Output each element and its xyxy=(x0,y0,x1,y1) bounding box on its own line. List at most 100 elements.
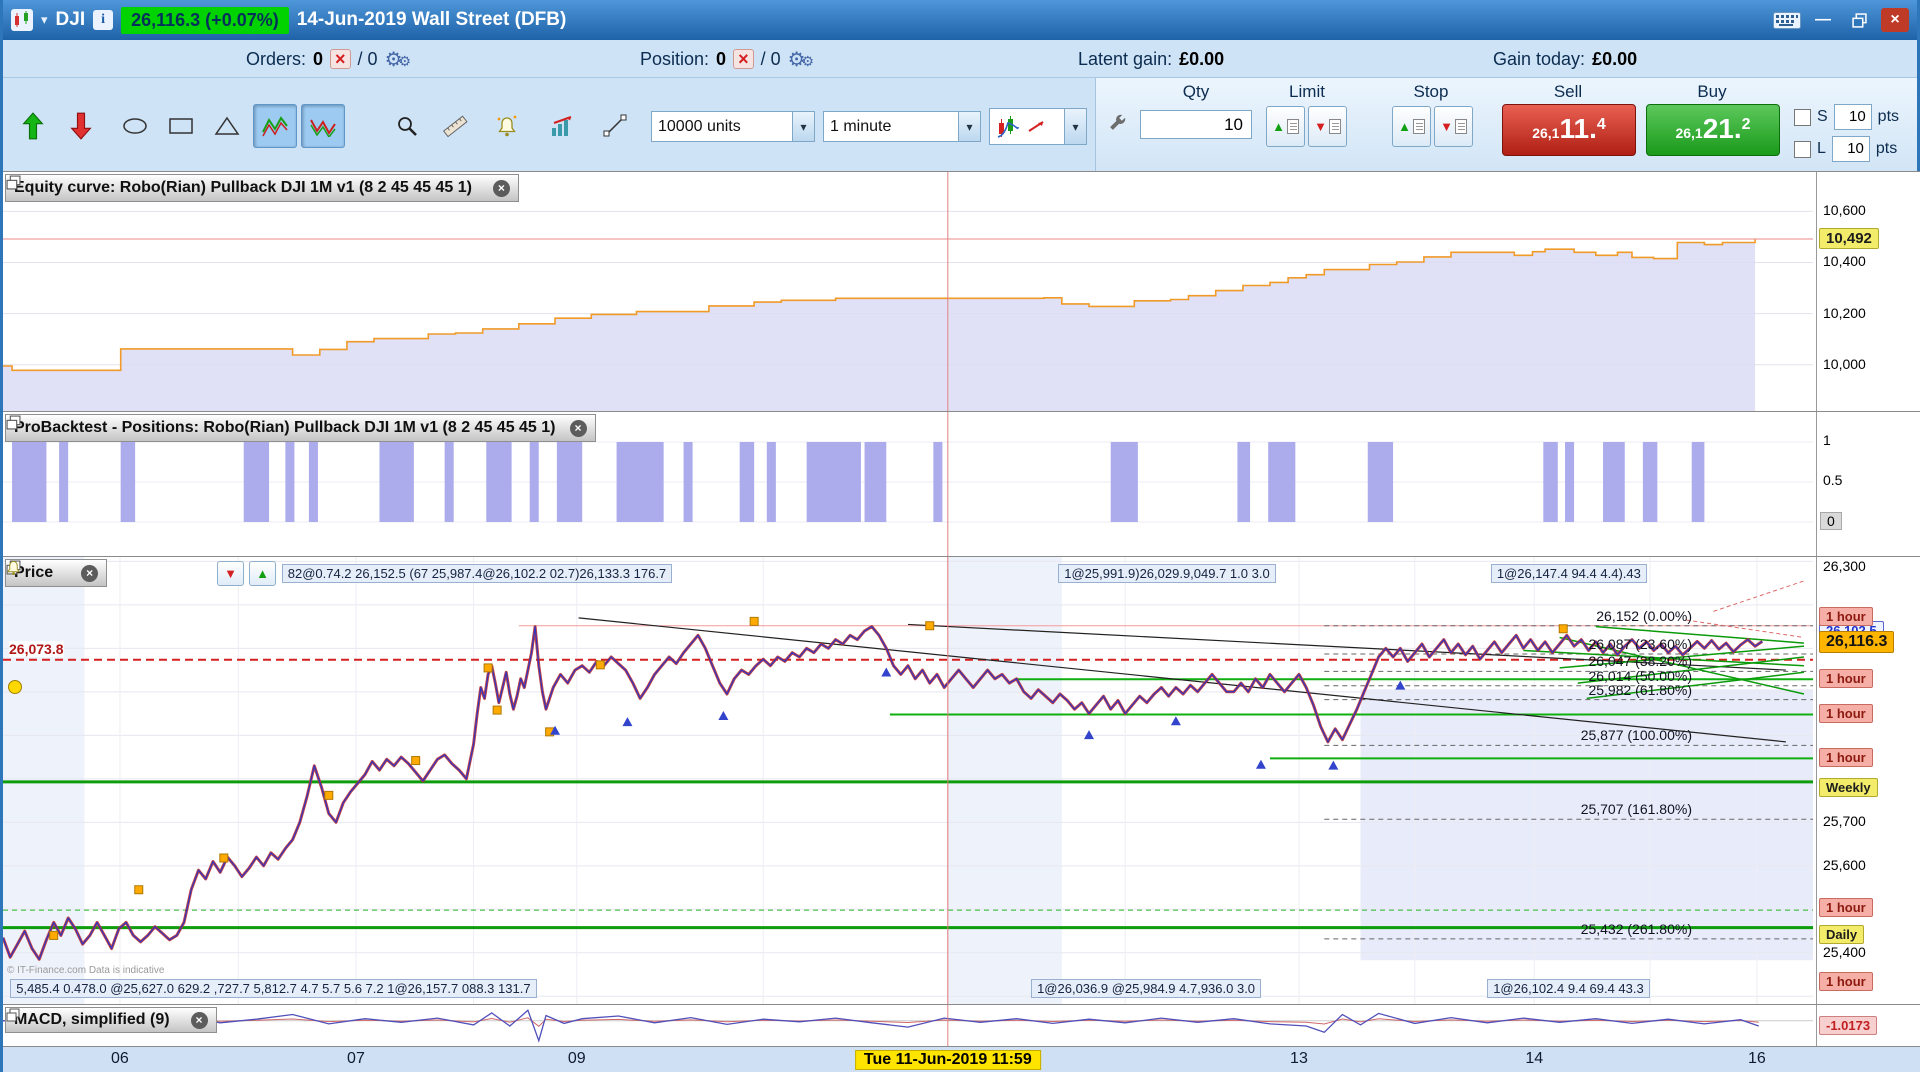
entry-arrow-marker xyxy=(622,717,633,727)
triangle-tool[interactable] xyxy=(205,104,249,148)
chart-style-caret-icon[interactable]: ▾ xyxy=(1064,109,1086,144)
order-marker xyxy=(595,660,605,670)
buy-order-arrow-button[interactable]: ▲ xyxy=(249,561,276,586)
keyboard-icon[interactable] xyxy=(1773,8,1801,32)
timeframe-alert-tag[interactable]: 1 hour xyxy=(1819,607,1873,627)
equity-close-icon[interactable]: × xyxy=(492,179,510,197)
sell-price-main: 11. xyxy=(1559,113,1597,144)
sell-arrow-button[interactable] xyxy=(59,104,103,148)
cancel-orders-icon[interactable]: × xyxy=(330,49,351,69)
equity-current-value[interactable]: 10,492 xyxy=(1819,227,1879,249)
limit-pts-input[interactable]: 10 xyxy=(1831,136,1870,162)
units-select[interactable]: 10000 units ▾ xyxy=(651,111,815,142)
equity-curve-panel: Equity curve: Robo(Rian) Pullback DJI 1M… xyxy=(3,171,1920,412)
qty-input[interactable]: 10 xyxy=(1140,110,1252,139)
time-axis-label: 14 xyxy=(1525,1050,1544,1067)
ruler-tool[interactable] xyxy=(433,104,477,148)
timeframe-select-caret-icon[interactable]: ▾ xyxy=(958,112,980,141)
current-price-tag[interactable]: 26,116.3 xyxy=(1819,631,1895,654)
stop-pts-row: S 10 pts xyxy=(1794,104,1899,130)
price-chart[interactable] xyxy=(3,557,1815,1005)
limit-sell-order-button[interactable]: ▼ xyxy=(1308,106,1347,147)
info-icon[interactable]: i xyxy=(93,10,114,30)
stop-sell-order-button[interactable]: ▼ xyxy=(1434,106,1473,147)
gain-today-group: Gain today: £0.00 xyxy=(1493,40,1637,78)
buy-arrow-button[interactable] xyxy=(11,104,55,148)
position-settings-gear-icon[interactable]: ⚙⚙ xyxy=(788,47,814,72)
backtest-screener-tool[interactable] xyxy=(541,104,585,148)
stop-checkbox-label: S xyxy=(1817,108,1828,125)
timeframe-alert-tag[interactable]: 1 hour xyxy=(1819,897,1873,917)
alert-bell-tool[interactable] xyxy=(485,104,529,148)
ellipse-tool[interactable] xyxy=(113,104,157,148)
orders-settings-gear-icon[interactable]: ⚙⚙ xyxy=(385,47,411,72)
timeframe-alert-tag[interactable]: 1 hour xyxy=(1819,669,1873,689)
app-chart-icon[interactable] xyxy=(11,9,33,31)
stop-pts-input[interactable]: 10 xyxy=(1833,104,1872,130)
macd-chart[interactable] xyxy=(3,1005,1815,1047)
position-bar xyxy=(864,442,887,522)
position-bar xyxy=(1565,442,1575,522)
time-axis-label: 07 xyxy=(347,1050,365,1067)
equity-panel-header: Equity curve: Robo(Rian) Pullback DJI 1M… xyxy=(5,174,519,202)
gain-today-value: £0.00 xyxy=(1592,48,1638,69)
sell-order-arrow-button[interactable]: ▼ xyxy=(217,561,244,586)
equity-curve-chart[interactable] xyxy=(3,172,1815,412)
position-group: Position: 0 × / 0 ⚙⚙ xyxy=(640,40,814,78)
positions-close-icon[interactable]: × xyxy=(569,419,587,437)
units-select-caret-icon[interactable]: ▾ xyxy=(792,112,814,141)
chart-style-icon xyxy=(997,115,1044,138)
position-bar xyxy=(285,442,295,522)
limit-buy-order-button[interactable]: ▲ xyxy=(1266,106,1305,147)
rectangle-tool[interactable] xyxy=(159,104,203,148)
entry-arrow-marker xyxy=(1084,730,1094,740)
stop-checkbox[interactable] xyxy=(1794,108,1811,126)
timeframe-alert-tag[interactable]: 1 hour xyxy=(1819,704,1873,724)
limit-checkbox[interactable] xyxy=(1794,140,1811,158)
macd-close-icon[interactable]: × xyxy=(190,1011,208,1029)
order-settings-wrench-icon[interactable] xyxy=(1106,112,1128,139)
shaded-region xyxy=(1360,689,1813,961)
window-titlebar: ▾ DJI i 26,116.3 (+0.07%) 14-Jun-2019 Wa… xyxy=(3,0,1917,40)
sell-button[interactable]: 26,1 11. 4 xyxy=(1502,104,1636,156)
position-bar xyxy=(1268,442,1296,522)
price-close-icon[interactable]: × xyxy=(81,564,99,582)
order-marker xyxy=(925,621,935,631)
zigzag-pattern-tool[interactable] xyxy=(253,104,297,148)
symbol-dropdown-caret[interactable]: ▾ xyxy=(41,12,48,28)
position-bar xyxy=(59,442,69,522)
stop-buy-order-button[interactable]: ▲ xyxy=(1392,106,1431,147)
equity-panel-title: Equity curve: Robo(Rian) Pullback DJI 1M… xyxy=(14,179,472,196)
trendline-tool[interactable] xyxy=(593,104,637,148)
position-bar xyxy=(1642,442,1658,522)
time-axis-label: 16 xyxy=(1747,1050,1766,1067)
macd-current-value[interactable]: -1.0173 xyxy=(1819,1016,1878,1036)
restore-button[interactable] xyxy=(1845,8,1873,32)
zigzag-channel-tool[interactable] xyxy=(301,104,345,148)
timeframe-alert-tag[interactable]: Daily xyxy=(1819,925,1865,945)
stop-pts-unit: pts xyxy=(1877,108,1900,125)
zoom-tool[interactable] xyxy=(385,104,429,148)
order-doc-icon xyxy=(1454,119,1467,134)
position-bar xyxy=(120,442,136,522)
macd-y-axis: -1.0173 xyxy=(1816,1005,1920,1046)
buy-price-decimal: 2 xyxy=(1741,116,1751,133)
order-doc-icon xyxy=(1328,119,1341,134)
order-marker xyxy=(49,930,59,940)
buy-button[interactable]: 26,1 21. 2 xyxy=(1646,104,1780,156)
limit-pts-row: L 10 pts xyxy=(1794,136,1897,162)
close-button[interactable]: × xyxy=(1881,8,1909,32)
time-axis[interactable]: 06 07 09 Tue 11-Jun-2019 11:59 13 14 16 xyxy=(3,1046,1920,1072)
timeframe-alert-tag[interactable]: 1 hour xyxy=(1819,748,1873,768)
positions-axis-label: 0 xyxy=(1820,512,1842,530)
timeframe-alert-tag[interactable]: Weekly xyxy=(1819,778,1878,798)
position-count: 0 xyxy=(716,48,727,69)
chart-style-button[interactable]: ▾ xyxy=(989,108,1087,145)
position-bar xyxy=(933,442,943,522)
price-axis-label: 25,600 xyxy=(1823,856,1866,873)
timeframe-alert-tag[interactable]: 1 hour xyxy=(1819,971,1873,991)
entry-arrow-marker xyxy=(881,667,892,677)
minimize-button[interactable]: — xyxy=(1809,8,1837,32)
timeframe-select[interactable]: 1 minute ▾ xyxy=(823,111,981,142)
close-position-icon[interactable]: × xyxy=(733,49,754,69)
